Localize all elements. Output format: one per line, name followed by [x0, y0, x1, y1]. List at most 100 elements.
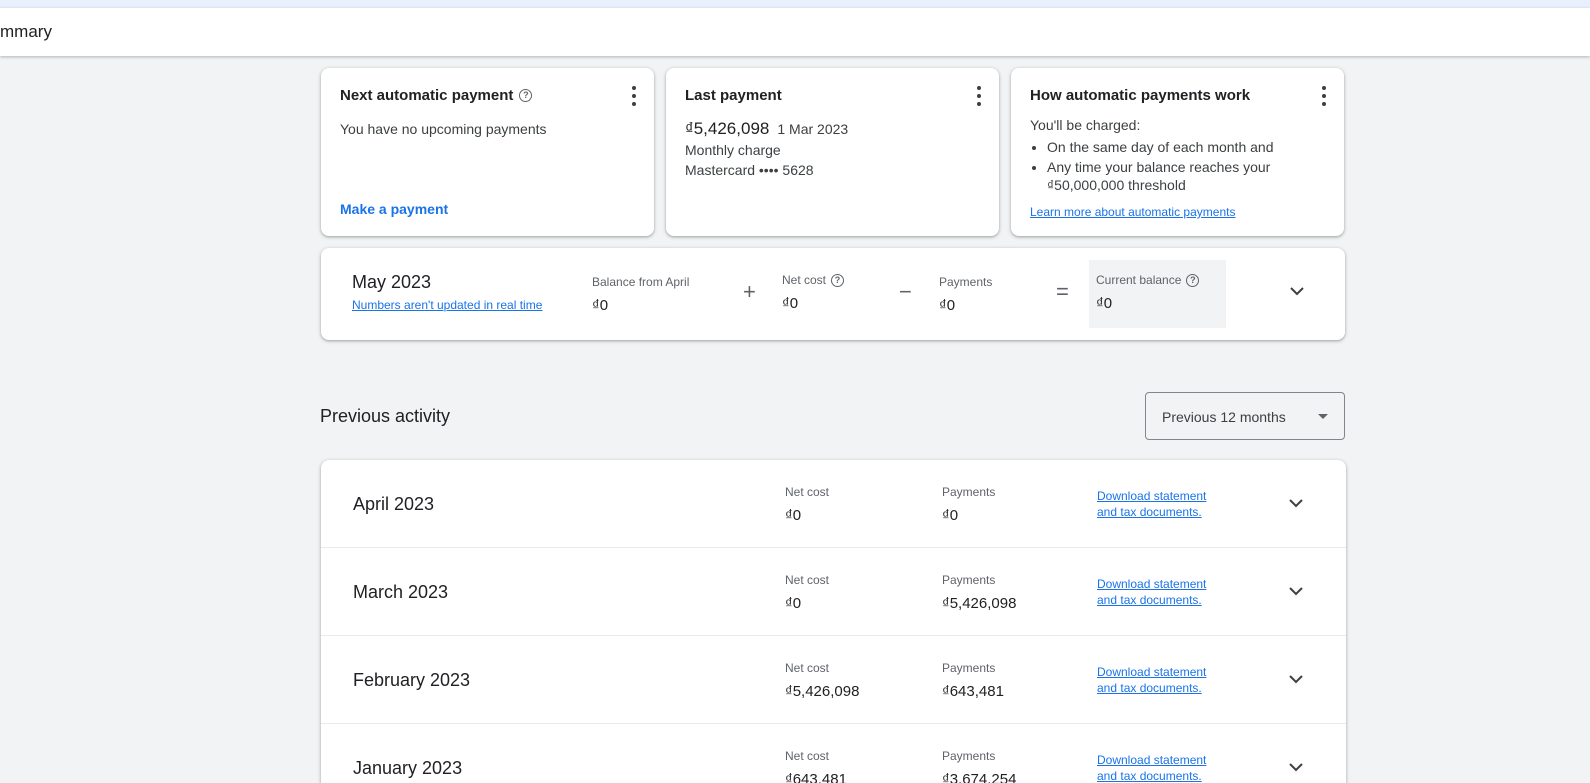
activity-month: April 2023: [353, 494, 435, 514]
current-month-title: May 2023: [352, 272, 432, 292]
next-payment-title: Next automatic payment: [340, 87, 514, 104]
last-payment-heading: Last payment: [685, 87, 782, 104]
net-cost-column: Net cost ₫0: [785, 485, 829, 524]
activity-row[interactable]: April 2023 Net cost ₫0 Payments ₫0 Downl…: [321, 460, 1346, 548]
current-balance-box: Current balance ? ₫0: [1089, 260, 1226, 328]
download-link-line-2[interactable]: and tax documents.: [1097, 504, 1227, 520]
balance-from-column: Balance from April ₫0: [592, 275, 689, 314]
activity-row[interactable]: January 2023 Net cost ₫643,481 Payments …: [321, 724, 1346, 783]
payments-column: Payments ₫0: [942, 485, 995, 524]
activity-row[interactable]: February 2023 Net cost ₫5,426,098 Paymen…: [321, 636, 1346, 724]
net-cost-value: ₫643,481: [785, 771, 847, 783]
chevron-down-icon[interactable]: [1289, 672, 1303, 686]
previous-activity-title: Previous activity: [320, 406, 451, 426]
net-cost-label-wrap: Net cost ?: [782, 273, 845, 287]
how-automatic-title: How automatic payments work: [1030, 87, 1251, 104]
more-options-icon[interactable]: [1318, 86, 1330, 106]
download-link-line-1[interactable]: Download statement: [1097, 488, 1227, 504]
download-link-line-1[interactable]: Download statement: [1097, 576, 1227, 592]
chevron-down-icon[interactable]: [1289, 760, 1303, 774]
net-cost-value: ₫0: [782, 295, 799, 312]
next-payment-text: You have no upcoming payments: [340, 121, 547, 137]
payments-label: Payments: [942, 749, 996, 763]
plus-sign: +: [743, 279, 756, 304]
download-statement-link[interactable]: Download statement and tax documents.: [1097, 488, 1227, 520]
last-payment-card: Last payment ₫5,426,098 1 Mar 2023 Month…: [666, 68, 999, 236]
charge-condition: Any time your balance reaches your: [1047, 157, 1273, 177]
top-strip: [0, 0, 1590, 8]
net-cost-column: Net cost ₫5,426,098: [785, 661, 859, 700]
more-options-icon[interactable]: [628, 86, 640, 106]
how-automatic-heading: How automatic payments work: [1030, 87, 1250, 104]
download-link-line-2[interactable]: and tax documents.: [1097, 592, 1227, 608]
download-link-line-2[interactable]: and tax documents.: [1097, 680, 1227, 696]
last-payment-title: Last payment: [685, 87, 782, 104]
download-link-line-1[interactable]: Download statement: [1097, 664, 1227, 680]
how-automatic-payments-card: How automatic payments work You'll be ch…: [1011, 68, 1344, 236]
current-month-summary: May 2023 Numbers aren't updated in real …: [321, 248, 1345, 340]
net-cost-column: Net cost ₫0: [785, 573, 829, 612]
help-icon[interactable]: ?: [1186, 273, 1200, 287]
payments-value: ₫643,481: [942, 683, 1004, 700]
next-payment-heading: Next automatic payment ?: [340, 87, 533, 104]
page-title: mmary: [0, 22, 52, 41]
current-balance-value: ₫0: [1096, 295, 1113, 312]
charge-conditions-list: On the same day of each month and Any ti…: [1047, 137, 1273, 177]
page-header: mmary: [0, 8, 1590, 56]
payments-value: ₫0: [942, 507, 959, 524]
period-dropdown[interactable]: Previous 12 months: [1145, 392, 1345, 440]
net-cost-column: Net cost ? ₫0: [782, 273, 845, 312]
charge-condition: On the same day of each month and: [1047, 137, 1273, 157]
last-payment-amount: ₫5,426,098: [685, 119, 770, 138]
net-cost-label: Net cost: [785, 573, 830, 587]
last-payment-date: 1 Mar 2023: [777, 121, 849, 137]
charge-threshold: ₫50,000,000 threshold: [1047, 177, 1186, 193]
help-icon[interactable]: ?: [519, 89, 533, 102]
arrow-drop-down-icon: [1318, 414, 1328, 419]
activity-month: January 2023: [353, 758, 463, 778]
net-cost-label: Net cost: [785, 485, 830, 499]
activity-month: February 2023: [353, 670, 471, 690]
last-payment-amount-line: ₫5,426,098 1 Mar 2023: [685, 119, 848, 139]
payments-label: Payments: [942, 485, 996, 499]
make-payment-button[interactable]: Make a payment: [340, 201, 448, 217]
download-link-line-2[interactable]: and tax documents.: [1097, 768, 1227, 783]
minus-sign: −: [899, 279, 912, 304]
last-payment-card-number: Mastercard •••• 5628: [685, 162, 814, 178]
payments-value: ₫5,426,098: [942, 595, 1017, 612]
download-statement-link[interactable]: Download statement and tax documents.: [1097, 576, 1227, 608]
help-icon[interactable]: ?: [831, 273, 845, 287]
net-cost-value: ₫0: [785, 507, 802, 524]
learn-more-link[interactable]: Learn more about automatic payments: [1030, 205, 1235, 219]
chevron-down-icon[interactable]: [1290, 284, 1304, 298]
payments-label: Payments: [939, 275, 993, 289]
chevron-down-icon[interactable]: [1289, 496, 1303, 510]
activity-row[interactable]: March 2023 Net cost ₫0 Payments ₫5,426,0…: [321, 548, 1346, 636]
payments-value: ₫0: [939, 297, 956, 314]
last-payment-type: Monthly charge: [685, 142, 781, 158]
payments-label: Payments: [942, 573, 996, 587]
payments-column: Payments ₫5,426,098: [942, 573, 1016, 612]
download-link-line-1[interactable]: Download statement: [1097, 752, 1227, 768]
charge-intro: You'll be charged:: [1030, 117, 1141, 133]
payments-column: Payments ₫0: [939, 275, 992, 314]
current-balance-label-wrap: Current balance ?: [1096, 273, 1226, 287]
download-statement-link[interactable]: Download statement and tax documents.: [1097, 752, 1227, 783]
current-balance-label: Current balance: [1096, 273, 1182, 287]
not-real-time-link[interactable]: Numbers aren't updated in real time: [352, 298, 542, 312]
previous-activity-list: April 2023 Net cost ₫0 Payments ₫0 Downl…: [321, 460, 1346, 783]
net-cost-label: Net cost: [782, 273, 827, 287]
chevron-down-icon[interactable]: [1289, 584, 1303, 598]
more-options-icon[interactable]: [973, 86, 985, 106]
balance-from-value: ₫0: [592, 297, 609, 314]
net-cost-column: Net cost ₫643,481: [785, 749, 847, 783]
payments-label: Payments: [942, 661, 996, 675]
download-statement-link[interactable]: Download statement and tax documents.: [1097, 664, 1227, 696]
net-cost-value: ₫5,426,098: [785, 683, 860, 700]
payments-column: Payments ₫3,674,254: [942, 749, 1016, 783]
activity-month: March 2023: [353, 582, 449, 602]
balance-from-label: Balance from April: [592, 275, 690, 289]
net-cost-value: ₫0: [785, 595, 802, 612]
period-dropdown-value: Previous 12 months: [1162, 409, 1286, 425]
net-cost-label: Net cost: [785, 749, 830, 763]
